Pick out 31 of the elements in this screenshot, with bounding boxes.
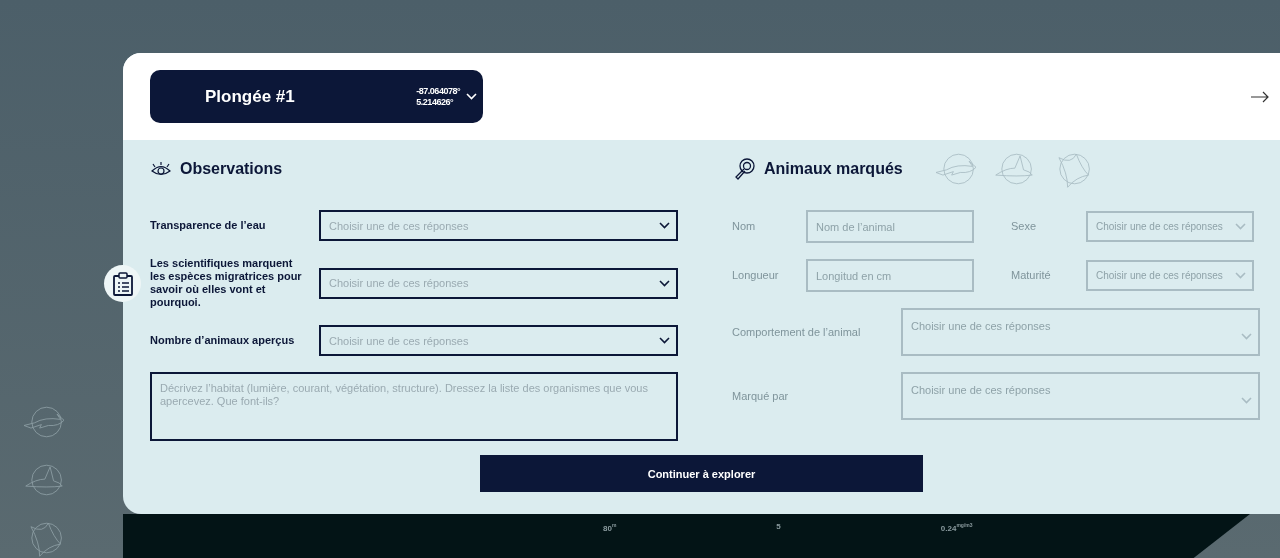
depth-reading: 5 bbox=[776, 522, 781, 531]
select-field[interactable]: Choisir une de ces réponses bbox=[319, 267, 678, 299]
chevron-down-icon bbox=[1241, 333, 1252, 340]
select-field[interactable]: Choisir une de ces réponses bbox=[319, 325, 678, 356]
chevron-down-icon bbox=[659, 337, 670, 344]
clipboard-icon bbox=[111, 271, 134, 296]
chevron-down-icon bbox=[466, 93, 477, 100]
chevron-down-icon bbox=[659, 279, 670, 287]
field-label: Maturité bbox=[1010, 269, 1052, 282]
depth-reading: 80$^{m}$ bbox=[603, 522, 617, 533]
field-label: Marqué par bbox=[732, 389, 790, 403]
field-label: Les scientifiques marquent les espèces migratrices pour savoir où elles vont et pourquoi. bbox=[150, 257, 303, 309]
field-label: Nombre d’animaux aperçus bbox=[150, 334, 296, 347]
chevron-down-icon bbox=[1241, 397, 1252, 404]
field-label: Sexe bbox=[1010, 220, 1038, 233]
arrow-right-icon[interactable] bbox=[1250, 90, 1270, 103]
select-field[interactable]: Choisir une de ces réponses bbox=[319, 210, 678, 241]
field-label: Comportement de l’animal bbox=[732, 325, 862, 339]
continue-button[interactable]: Continuer à explorer bbox=[480, 455, 923, 492]
chevron-down-icon bbox=[659, 222, 670, 229]
chevron-down-icon bbox=[1235, 223, 1246, 230]
field-label: Longueur bbox=[732, 269, 780, 282]
habitat-text-area[interactable]: Décrivez l’habitat (lumière, courant, végétation, structure). Dressez la liste des organismes que vous apercevez. Que font-ils? bbox=[150, 372, 678, 441]
field-label: Transparence de l’eau bbox=[150, 219, 267, 232]
chevron-down-icon bbox=[1235, 272, 1246, 279]
field-label: Nom bbox=[732, 220, 757, 233]
section-title: Observations bbox=[180, 160, 283, 178]
depth-reading: 0.24$^{mg/m3}$ bbox=[940, 522, 973, 533]
dive-selector[interactable]: Plongée #1 -87.064078° 5.214626° bbox=[150, 70, 483, 123]
section-title: Animaux marqués bbox=[764, 160, 903, 178]
eye-icon bbox=[150, 161, 172, 177]
